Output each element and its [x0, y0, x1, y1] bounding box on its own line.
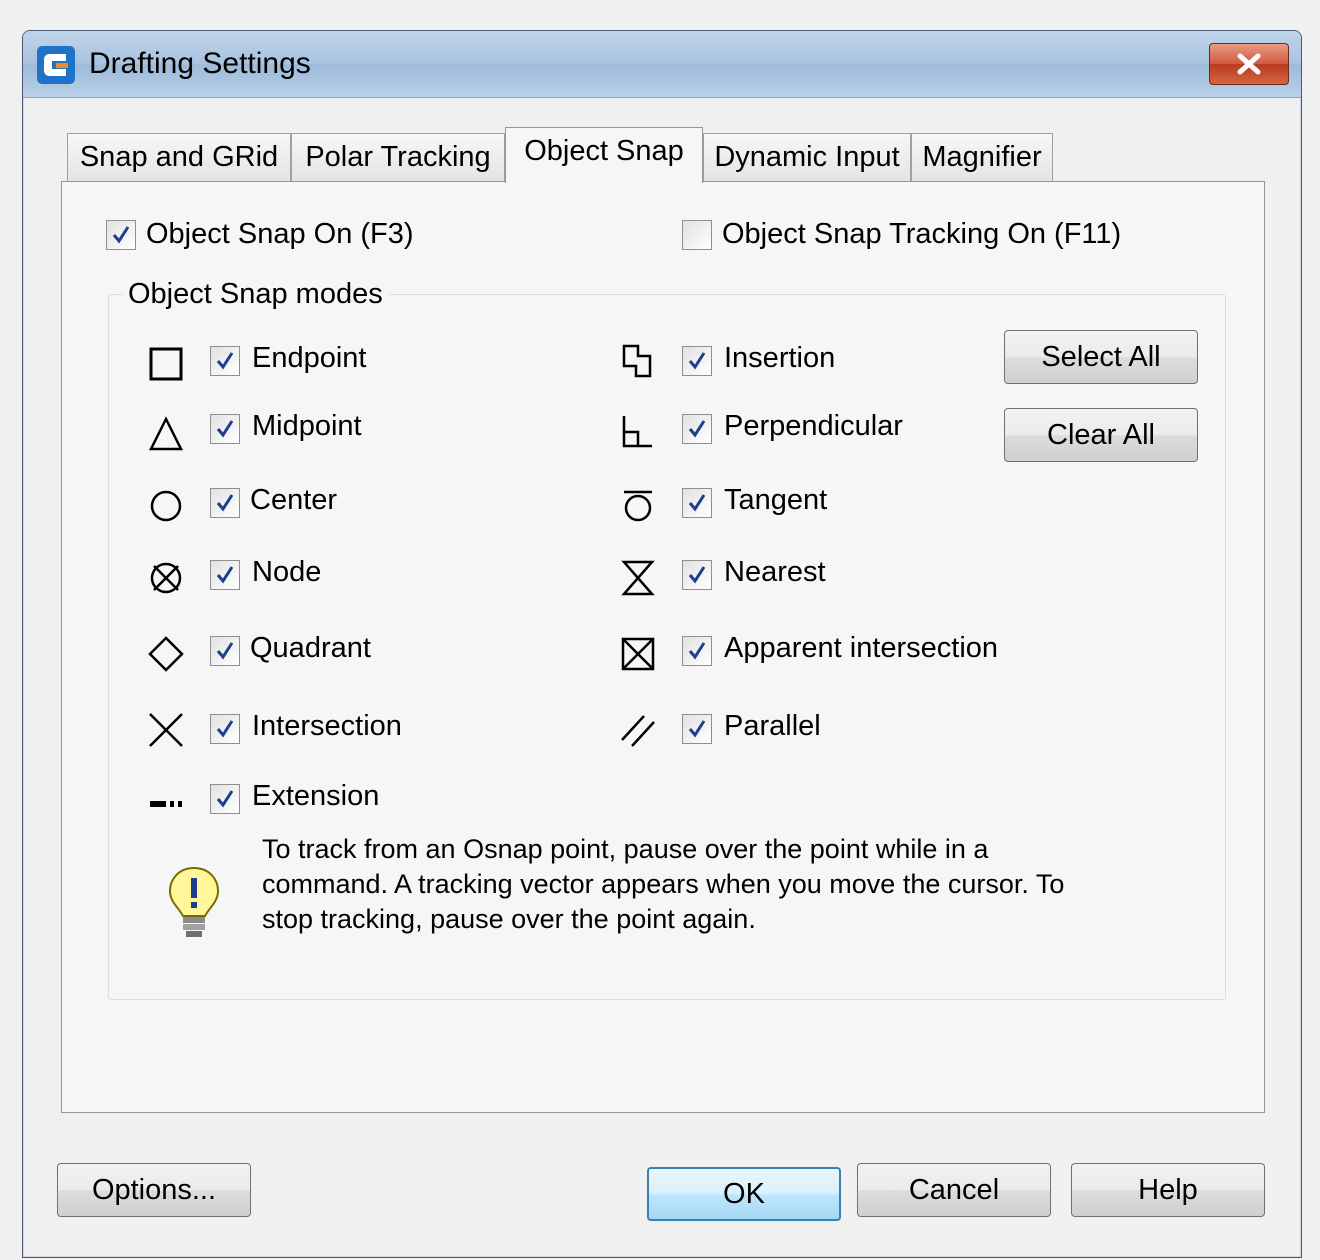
nearest-checkbox[interactable] — [682, 560, 712, 590]
checkmark-icon — [688, 720, 706, 738]
title-bar[interactable]: Drafting Settings — [23, 31, 1301, 98]
node-icon — [150, 562, 182, 594]
options-button[interactable]: Options... — [57, 1163, 251, 1217]
tab-dynamic-input[interactable]: Dynamic Input — [703, 133, 911, 181]
object-snap-modes-title: Object Snap modes — [122, 278, 389, 311]
select-all-label: Select All — [1041, 340, 1161, 373]
apparent-intersection-label: Apparent intersection — [724, 632, 999, 664]
apparent-intersection-checkbox[interactable] — [682, 636, 712, 666]
hint-line: To track from an Osnap point, pause over… — [262, 834, 989, 864]
endpoint-icon — [149, 347, 183, 381]
checkmark-icon — [216, 642, 234, 660]
checkmark-icon — [216, 420, 234, 438]
checkmark-icon — [688, 566, 706, 584]
object-snap-panel: Object Snap On (F3) Object Snap Tracking… — [61, 181, 1265, 1113]
parallel-label: Parallel — [724, 710, 821, 742]
checkmark-icon — [688, 352, 706, 370]
tab-label: Snap and GRid — [79, 141, 279, 173]
checkmark-icon — [216, 566, 234, 584]
intersection-checkbox[interactable] — [210, 714, 240, 744]
extension-checkbox[interactable] — [210, 784, 240, 814]
perpendicular-icon — [622, 416, 652, 448]
midpoint-icon — [148, 416, 184, 451]
drafting-settings-dialog: Drafting Settings Snap and GRid Polar Tr… — [22, 30, 1302, 1258]
checkmark-icon — [216, 494, 234, 512]
cancel-label: Cancel — [908, 1173, 1000, 1206]
intersection-icon — [149, 713, 183, 747]
close-button[interactable] — [1209, 43, 1289, 85]
parallel-checkbox[interactable] — [682, 714, 712, 744]
tangent-icon — [624, 490, 652, 522]
apparent-intersection-icon — [621, 637, 655, 671]
hint-line: command. A tracking vector appears when … — [262, 869, 1065, 899]
extension-icon — [150, 801, 182, 807]
checkmark-icon — [688, 642, 706, 660]
tab-label: Polar Tracking — [305, 141, 491, 173]
window-title: Drafting Settings — [89, 47, 311, 80]
tangent-label: Tangent — [724, 484, 828, 516]
app-logo-icon — [37, 46, 75, 84]
midpoint-label: Midpoint — [252, 410, 362, 442]
quadrant-icon — [148, 636, 184, 672]
clear-all-label: Clear All — [1047, 418, 1155, 451]
options-label: Options... — [91, 1173, 217, 1206]
checkmark-icon — [688, 494, 706, 512]
ok-label: OK — [723, 1177, 765, 1210]
select-all-button[interactable]: Select All — [1004, 330, 1198, 384]
nearest-icon — [621, 560, 655, 596]
endpoint-label: Endpoint — [252, 342, 367, 374]
object-snap-on-checkbox[interactable] — [106, 220, 136, 250]
tab-object-snap[interactable]: Object Snap — [505, 127, 703, 183]
endpoint-checkbox[interactable] — [210, 346, 240, 376]
tab-label: Magnifier — [922, 141, 1042, 173]
help-label: Help — [1138, 1173, 1198, 1206]
center-icon — [150, 490, 182, 522]
quadrant-checkbox[interactable] — [210, 636, 240, 666]
tab-polar-tracking[interactable]: Polar Tracking — [291, 133, 505, 181]
parallel-icon — [621, 715, 655, 747]
object-snap-on-label: Object Snap On (F3) — [146, 218, 414, 250]
hint-line: stop tracking, pause over the point agai… — [262, 904, 756, 934]
tangent-checkbox[interactable] — [682, 488, 712, 518]
checkmark-icon — [112, 226, 130, 244]
quadrant-label: Quadrant — [250, 632, 371, 664]
clear-all-button[interactable]: Clear All — [1004, 408, 1198, 462]
node-checkbox[interactable] — [210, 560, 240, 590]
lightbulb-icon — [168, 866, 220, 937]
object-snap-tracking-label: Object Snap Tracking On (F11) — [722, 218, 1122, 250]
ok-button[interactable]: OK — [647, 1167, 841, 1221]
nearest-label: Nearest — [724, 556, 826, 588]
intersection-label: Intersection — [252, 710, 402, 742]
perpendicular-checkbox[interactable] — [682, 414, 712, 444]
checkmark-icon — [216, 720, 234, 738]
cancel-button[interactable]: Cancel — [857, 1163, 1051, 1217]
tab-magnifier[interactable]: Magnifier — [911, 133, 1053, 181]
checkmark-icon — [216, 352, 234, 370]
insertion-icon — [622, 344, 652, 378]
midpoint-checkbox[interactable] — [210, 414, 240, 444]
tab-label: Dynamic Input — [714, 141, 900, 173]
perpendicular-label: Perpendicular — [724, 410, 903, 442]
insertion-label: Insertion — [724, 342, 836, 374]
node-label: Node — [252, 556, 322, 588]
object-snap-tracking-checkbox[interactable] — [682, 220, 712, 250]
help-button[interactable]: Help — [1071, 1163, 1265, 1217]
extension-label: Extension — [252, 780, 380, 812]
checkmark-icon — [688, 420, 706, 438]
insertion-checkbox[interactable] — [682, 346, 712, 376]
tab-snap-and-grid[interactable]: Snap and GRid — [67, 133, 291, 181]
close-icon — [1237, 53, 1261, 75]
tracking-hint: To track from an Osnap point, pause over… — [262, 832, 1162, 937]
center-checkbox[interactable] — [210, 488, 240, 518]
center-label: Center — [250, 484, 338, 516]
tab-label: Object Snap — [524, 135, 684, 167]
checkmark-icon — [216, 790, 234, 808]
